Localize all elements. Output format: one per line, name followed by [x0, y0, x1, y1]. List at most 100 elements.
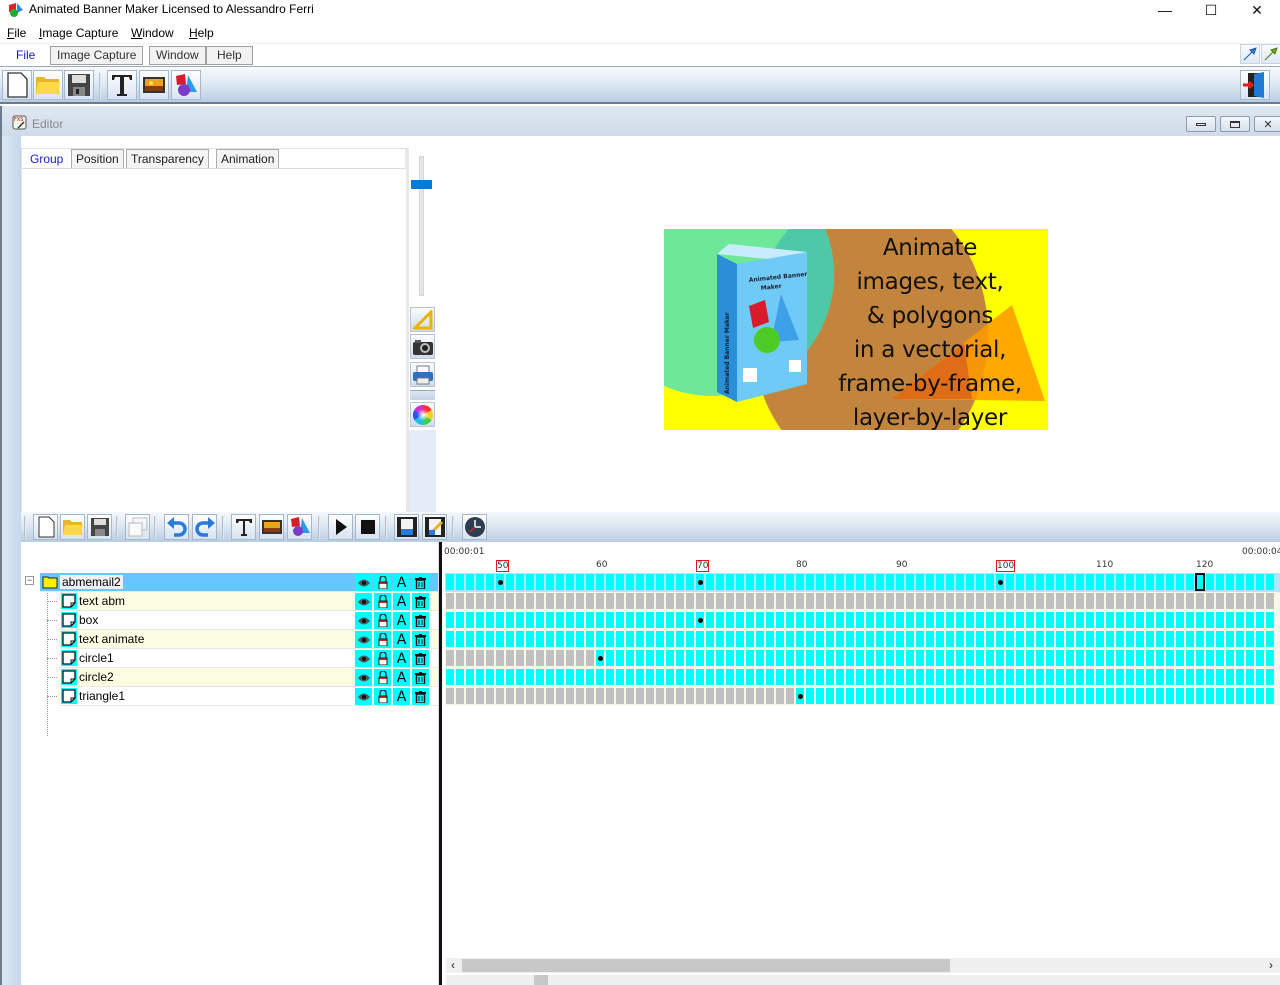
frame-cell[interactable]	[1046, 612, 1054, 628]
frame-cell[interactable]	[1076, 688, 1084, 704]
frame-cell[interactable]	[556, 574, 564, 590]
menu-image-capture[interactable]: Image Capture	[39, 26, 118, 40]
save-button[interactable]	[64, 70, 94, 100]
frame-cell[interactable]	[1076, 574, 1084, 590]
frame-cell[interactable]	[876, 574, 884, 590]
frame-cell[interactable]	[1176, 650, 1184, 666]
frame-cell[interactable]	[1116, 650, 1124, 666]
frame-cell[interactable]	[1006, 574, 1014, 590]
frame-cell[interactable]	[866, 650, 874, 666]
tab-position[interactable]: Position	[71, 149, 124, 168]
frame-cell[interactable]	[1206, 612, 1214, 628]
frame-cell[interactable]	[846, 631, 854, 647]
frame-cell[interactable]	[1106, 593, 1114, 609]
frame-cell[interactable]	[726, 669, 734, 685]
frame-cell[interactable]	[796, 650, 804, 666]
frame-cell[interactable]	[896, 688, 904, 704]
frame-cell[interactable]	[1016, 688, 1024, 704]
frame-cell[interactable]	[546, 612, 554, 628]
frame-cell[interactable]	[626, 669, 634, 685]
lock-toggle[interactable]	[374, 574, 391, 591]
frame-cell[interactable]	[1146, 612, 1154, 628]
export-film-button[interactable]	[394, 514, 419, 540]
frame-cell[interactable]	[1086, 688, 1094, 704]
timeline-track[interactable]	[445, 630, 1280, 649]
frame-cell[interactable]	[1206, 631, 1214, 647]
frame-cell[interactable]	[1096, 650, 1104, 666]
frame-cell[interactable]	[676, 631, 684, 647]
frame-cell[interactable]	[1116, 688, 1124, 704]
scroll-right-arrow[interactable]: ›	[1264, 958, 1278, 973]
ruler-tool-button[interactable]	[410, 307, 435, 332]
frame-cell[interactable]	[876, 631, 884, 647]
frame-cell[interactable]	[696, 612, 704, 628]
frame-cell[interactable]	[816, 612, 824, 628]
timeline-track[interactable]	[445, 687, 1280, 706]
frame-cell[interactable]	[766, 574, 774, 590]
frame-cell[interactable]	[986, 631, 994, 647]
keyframe-dot[interactable]	[798, 694, 803, 699]
layer-name[interactable]: box	[79, 613, 98, 627]
frame-cell[interactable]	[1126, 574, 1134, 590]
frame-cell[interactable]	[1026, 574, 1034, 590]
frame-cell[interactable]	[616, 650, 624, 666]
frame-cell[interactable]	[786, 593, 794, 609]
frame-cell[interactable]	[756, 650, 764, 666]
frame-cell[interactable]	[786, 612, 794, 628]
frame-cell[interactable]	[656, 574, 664, 590]
frame-cell[interactable]	[1206, 593, 1214, 609]
frame-cell[interactable]	[516, 688, 524, 704]
save-button[interactable]	[87, 514, 112, 540]
frame-cell[interactable]	[1066, 650, 1074, 666]
visibility-toggle[interactable]	[355, 631, 372, 648]
frame-cell[interactable]	[496, 631, 504, 647]
frame-cell[interactable]	[966, 688, 974, 704]
frame-cell[interactable]	[1136, 612, 1144, 628]
frame-cell[interactable]	[886, 612, 894, 628]
frame-cell[interactable]	[906, 612, 914, 628]
frame-cell[interactable]	[1116, 669, 1124, 685]
frame-cell[interactable]	[1226, 631, 1234, 647]
frame-cell[interactable]	[876, 650, 884, 666]
frame-cell[interactable]	[546, 688, 554, 704]
frame-cell[interactable]	[536, 631, 544, 647]
frame-cell[interactable]	[696, 669, 704, 685]
frame-cell[interactable]	[506, 593, 514, 609]
frame-cell[interactable]	[796, 688, 804, 704]
frame-cell[interactable]	[1256, 631, 1264, 647]
frame-cell[interactable]	[886, 669, 894, 685]
frame-cell[interactable]	[776, 574, 784, 590]
frame-cell[interactable]	[726, 688, 734, 704]
frame-cell[interactable]	[976, 650, 984, 666]
frame-cell[interactable]	[1216, 631, 1224, 647]
frame-cell[interactable]	[1116, 574, 1124, 590]
frame-cell[interactable]	[816, 650, 824, 666]
frame-cell[interactable]	[536, 593, 544, 609]
frame-cell[interactable]	[1206, 669, 1214, 685]
frame-cell[interactable]	[476, 669, 484, 685]
frame-cell[interactable]	[686, 593, 694, 609]
delete-layer-button[interactable]	[412, 688, 429, 705]
frame-cell[interactable]	[1166, 612, 1174, 628]
frame-cell[interactable]	[1196, 593, 1204, 609]
frame-cell[interactable]	[596, 631, 604, 647]
frame-cell[interactable]	[566, 612, 574, 628]
frame-cell[interactable]	[576, 688, 584, 704]
frame-cell[interactable]	[506, 574, 514, 590]
frame-cell[interactable]	[626, 688, 634, 704]
frame-cell[interactable]	[926, 612, 934, 628]
frame-cell[interactable]	[626, 631, 634, 647]
frame-cell[interactable]	[996, 631, 1004, 647]
frame-cell[interactable]	[766, 593, 774, 609]
editor-minimize-button[interactable]	[1186, 116, 1216, 132]
frame-cell[interactable]	[1226, 574, 1234, 590]
frame-cell[interactable]	[976, 631, 984, 647]
frame-cell[interactable]	[966, 669, 974, 685]
frame-cell[interactable]	[996, 669, 1004, 685]
frame-cell[interactable]	[566, 593, 574, 609]
frame-cell[interactable]	[1046, 669, 1054, 685]
frame-cell[interactable]	[846, 574, 854, 590]
frame-cell[interactable]	[1166, 574, 1174, 590]
frame-cell[interactable]	[1186, 631, 1194, 647]
frame-cell[interactable]	[536, 574, 544, 590]
